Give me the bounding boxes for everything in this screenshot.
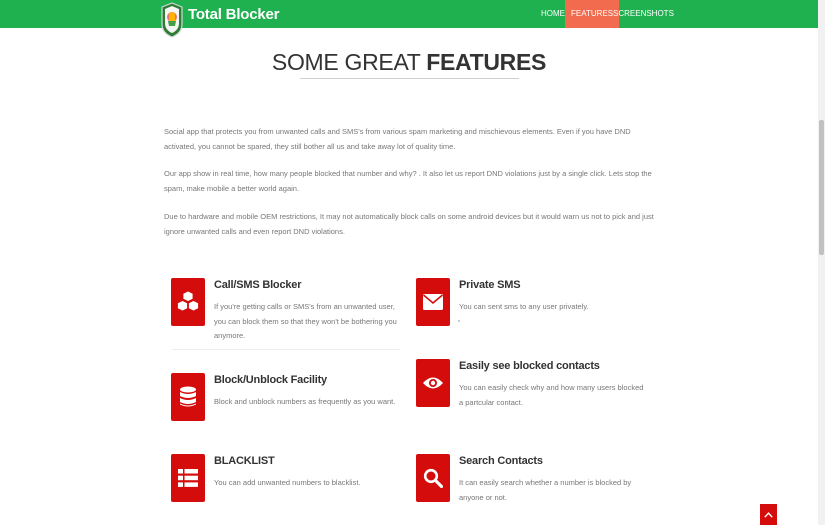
feature-description: Block and unblock numbers as frequently … xyxy=(214,397,396,406)
shield-logo-icon[interactable] xyxy=(161,2,183,38)
eye-icon xyxy=(416,359,450,407)
feature-description: You can add unwanted numbers to blacklis… xyxy=(214,478,361,487)
feature-description: It can easily search whether a number is… xyxy=(459,478,632,502)
intro-paragraph-2: Our app show in real time, how many peop… xyxy=(164,169,652,193)
search-icon xyxy=(416,454,450,502)
feature-description: If you're getting calls or SMS's from an… xyxy=(214,302,397,340)
nav-screenshots[interactable]: SCREENSHOTS xyxy=(607,0,680,28)
list-icon xyxy=(171,454,205,502)
title-underline xyxy=(300,78,519,79)
feature-title: Private SMS xyxy=(459,279,521,291)
feature-title: BLACKLIST xyxy=(214,455,275,467)
section-title-light: SOME GREAT xyxy=(271,49,421,75)
brand-name[interactable]: Total Blocker xyxy=(188,6,280,23)
top-navbar: Total Blocker HOME FEATURES SCREENSHOTS xyxy=(0,0,825,38)
intro-paragraph-3: Due to hardware and mobile OEM restricti… xyxy=(164,212,654,236)
section-title-bold: FEATURES xyxy=(426,49,547,75)
feature-title: Easily see blocked contacts xyxy=(459,360,600,372)
feature-title: Call/SMS Blocker xyxy=(214,279,302,291)
intro-paragraph-1: Social app that protects you from unwant… xyxy=(164,127,631,151)
scrollbar-thumb[interactable] xyxy=(819,120,824,255)
database-icon xyxy=(171,373,205,421)
page-scrollbar[interactable] xyxy=(818,0,825,525)
feature-divider xyxy=(172,349,400,350)
feature-title: Search Contacts xyxy=(459,455,543,467)
faint-mark xyxy=(458,320,460,322)
feature-description: You can easily check why and how many us… xyxy=(459,383,644,407)
back-to-top-button[interactable] xyxy=(760,504,777,525)
cubes-icon xyxy=(171,278,205,326)
envelope-icon xyxy=(416,278,450,326)
chevron-up-icon xyxy=(764,511,773,518)
feature-description: You can sent sms to any user privately. xyxy=(459,302,589,311)
feature-title: Block/Unblock Facility xyxy=(214,374,327,386)
section-title: SOME GREAT FEATURES xyxy=(0,49,818,76)
